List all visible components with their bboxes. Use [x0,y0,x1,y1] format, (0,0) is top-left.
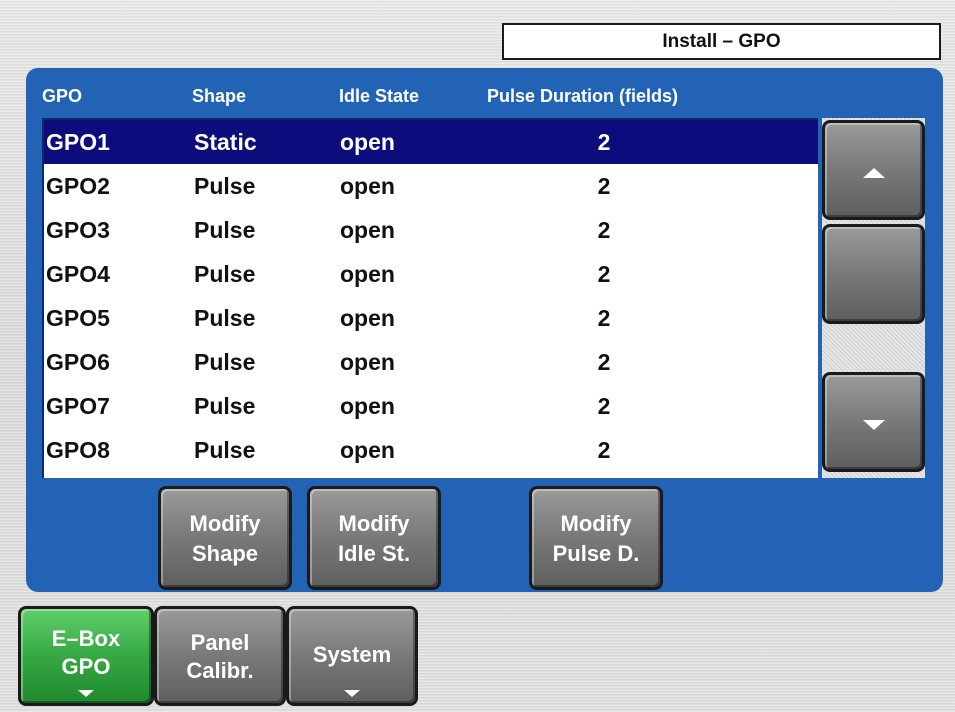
triangle-down-icon [863,420,885,430]
gpo-name: GPO1 [46,129,110,155]
gpo-name: GPO4 [46,261,110,287]
gpo-name: GPO3 [46,217,110,243]
gpo-pulse-duration: 2 [597,261,611,287]
triangle-down-icon [344,690,360,697]
gpo-shape: Static [194,129,257,155]
gpo-idle-state: open [340,305,395,331]
gpo-idle-state: open [340,173,395,199]
gpo-row[interactable]: GPO5 Pulse open 2 [44,296,818,340]
tab-panel-calibration[interactable]: Panel Calibr. [154,606,286,706]
gpo-list: GPO1 Static open 2 GPO2 Pulse open 2 GPO… [42,118,818,478]
gpo-shape: Pulse [194,349,256,375]
modify-shape-label-line2: Shape [191,541,259,566]
scroll-up-button[interactable] [822,120,925,220]
gpo-panel: GPO Shape Idle State Pulse Duration (fie… [26,68,943,592]
gpo-name: GPO2 [46,173,110,199]
gpo-row[interactable]: GPO3 Pulse open 2 [44,208,818,252]
tab-ebox-label-line2: GPO [61,654,111,679]
triangle-down-icon [78,690,94,697]
column-header-gpo: GPO [42,86,83,106]
gpo-shape: Pulse [194,261,256,287]
modify-shape-button[interactable]: Modify Shape [158,486,292,590]
tab-ebox-label-line1: E–Box [51,626,121,651]
gpo-row[interactable]: GPO4 Pulse open 2 [44,252,818,296]
modify-idle-label-line2: Idle St. [337,541,411,566]
gpo-row[interactable]: GPO6 Pulse open 2 [44,340,818,384]
modify-pulse-label-line2: Pulse D. [552,541,640,566]
gpo-name: GPO8 [46,437,110,463]
tab-system[interactable]: System [286,606,418,706]
gpo-pulse-duration: 2 [597,437,611,463]
gpo-row[interactable]: GPO2 Pulse open 2 [44,164,818,208]
tab-ebox-gpo[interactable]: E–Box GPO [18,606,154,706]
tab-panel-label-line1: Panel [190,630,250,655]
scroll-thumb[interactable] [822,224,925,324]
gpo-pulse-duration: 2 [597,393,611,419]
gpo-idle-state: open [340,349,395,375]
gpo-row[interactable]: GPO1 Static open 2 [44,120,818,164]
gpo-pulse-duration: 2 [597,129,611,155]
gpo-shape: Pulse [194,173,256,199]
gpo-shape: Pulse [194,305,256,331]
gpo-row[interactable]: GPO8 Pulse open 2 [44,428,818,472]
modify-shape-label-line1: Modify [189,511,261,536]
tab-system-label: System [312,642,392,667]
gpo-row[interactable]: GPO7 Pulse open 2 [44,384,818,428]
column-header-idle-state: Idle State [339,86,420,106]
gpo-idle-state: open [340,129,395,155]
gpo-shape: Pulse [194,217,256,243]
column-header-pulse-duration: Pulse Duration (fields) [487,86,679,106]
gpo-idle-state: open [340,393,395,419]
gpo-pulse-duration: 2 [597,173,611,199]
gpo-pulse-duration: 2 [597,217,611,243]
gpo-idle-state: open [340,217,395,243]
scroll-down-button[interactable] [822,372,925,472]
gpo-idle-state: open [340,261,395,287]
gpo-pulse-duration: 2 [597,349,611,375]
gpo-idle-state: open [340,437,395,463]
triangle-up-icon [863,168,885,178]
gpo-shape: Pulse [194,437,256,463]
modify-idle-label-line1: Modify [338,511,410,536]
gpo-pulse-duration: 2 [597,305,611,331]
window-title: Install – GPO [502,23,941,60]
modify-pulse-duration-button[interactable]: Modify Pulse D. [529,486,663,590]
gpo-name: GPO6 [46,349,110,375]
gpo-name: GPO5 [46,305,110,331]
column-header-shape: Shape [192,86,247,106]
gpo-shape: Pulse [194,393,256,419]
gpo-name: GPO7 [46,393,110,419]
modify-idle-state-button[interactable]: Modify Idle St. [307,486,441,590]
tab-panel-label-line2: Calibr. [186,658,254,683]
modify-pulse-label-line1: Modify [560,511,632,536]
